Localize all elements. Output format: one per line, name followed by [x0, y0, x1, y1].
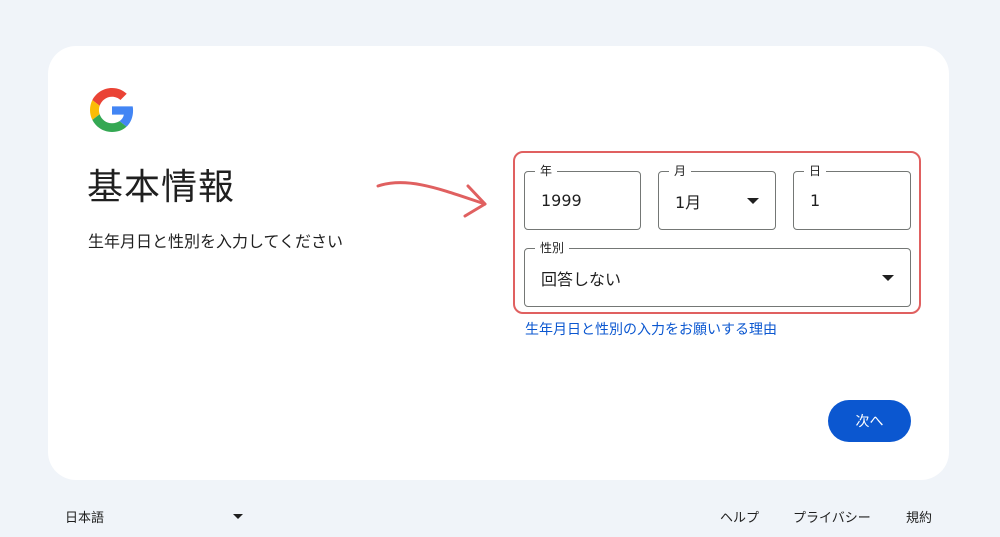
gender-select[interactable]: 性別 回答しない [524, 241, 911, 307]
google-g-logo-icon [90, 88, 134, 132]
dropdown-arrow-icon [747, 197, 759, 204]
language-value: 日本語 [65, 511, 105, 526]
birth-day-value: 1 [810, 191, 821, 210]
help-link[interactable]: ヘルプ [720, 507, 759, 526]
birth-year-value: 1999 [541, 191, 582, 210]
annotation-arrow-icon [376, 181, 487, 218]
footer: 日本語 ヘルプ プライバシー 規約 [0, 495, 1000, 537]
page-title: 基本情報 [87, 167, 236, 208]
language-select[interactable]: 日本語 [55, 505, 250, 527]
terms-link[interactable]: 規約 [906, 507, 932, 526]
dropdown-arrow-icon [882, 274, 894, 281]
chevron-down-icon [233, 514, 243, 519]
gender-value: 回答しない [541, 269, 622, 289]
next-button[interactable]: 次へ [828, 400, 911, 442]
privacy-link[interactable]: プライバシー [793, 507, 871, 526]
birth-month-value: 1月 [675, 192, 702, 212]
reason-link[interactable]: 生年月日と性別の入力をお願いする理由 [525, 319, 777, 339]
birth-day-field[interactable]: 日 1 [793, 164, 911, 230]
page-subtitle: 生年月日と性別を入力してください [88, 232, 344, 251]
birth-year-field[interactable]: 年 1999 [524, 164, 641, 230]
birth-month-select[interactable]: 月 1月 [658, 164, 776, 230]
signup-card: 基本情報 生年月日と性別を入力してください 年 1999 月 1月 日 1 性別… [48, 46, 949, 480]
